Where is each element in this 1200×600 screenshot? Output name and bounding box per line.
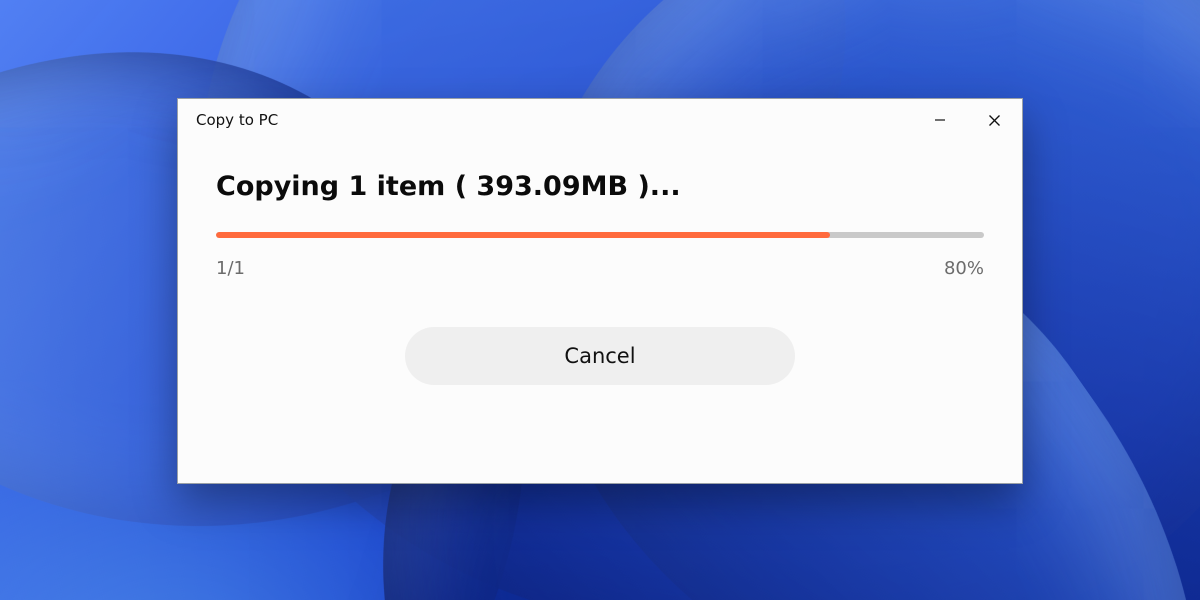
dialog-body: Copying 1 item ( 393.09MB )... 1/1 80% C… (178, 141, 1022, 385)
progress-meta: 1/1 80% (216, 258, 984, 279)
window-title: Copy to PC (196, 111, 278, 129)
progress-count: 1/1 (216, 258, 245, 279)
cancel-wrap: Cancel (216, 327, 984, 385)
progress-bar (216, 232, 984, 238)
copy-headline: Copying 1 item ( 393.09MB )... (216, 171, 984, 202)
copy-dialog: Copy to PC Copying 1 item ( 393.09MB )..… (177, 98, 1023, 484)
close-button[interactable] (967, 99, 1022, 141)
progress-fill (216, 232, 830, 238)
progress-percent: 80% (944, 258, 984, 279)
desktop-wallpaper: Copy to PC Copying 1 item ( 393.09MB )..… (0, 0, 1200, 600)
titlebar[interactable]: Copy to PC (178, 99, 1022, 141)
close-icon (988, 114, 1001, 127)
minimize-button[interactable] (912, 99, 967, 141)
cancel-button[interactable]: Cancel (405, 327, 795, 385)
minimize-icon (934, 114, 946, 126)
